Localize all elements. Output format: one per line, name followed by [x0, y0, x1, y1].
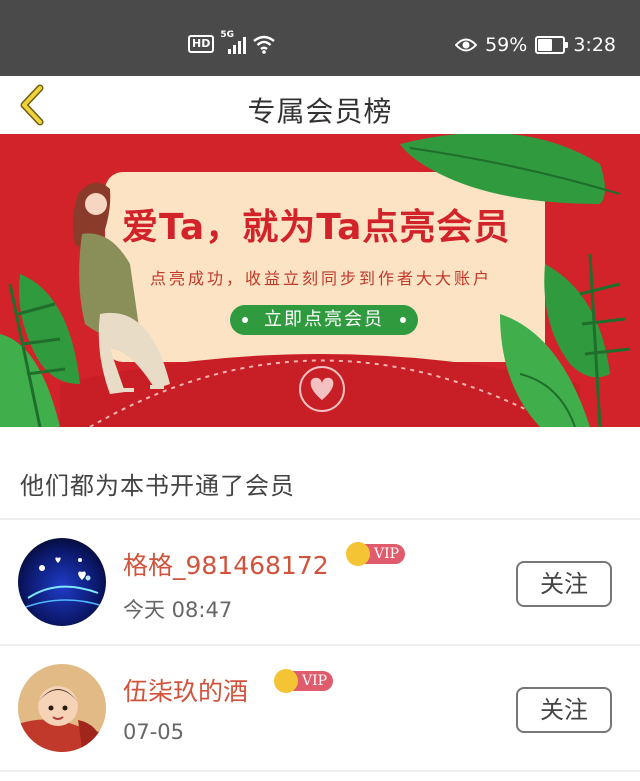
vip-label: VIP: [364, 544, 406, 564]
battery-percent: 59%: [485, 34, 528, 56]
member-name[interactable]: 格格_981468172: [123, 546, 329, 582]
banner-subtitle: 点亮成功，收益立刻同步到作者大大账户: [150, 269, 493, 288]
status-bar: HD 5G 59% 3:28: [0, 0, 640, 76]
crown-icon: [274, 669, 298, 693]
section-title: 他们都为本书开通了会员: [20, 472, 295, 500]
vip-badge: VIP: [346, 542, 406, 566]
crown-icon: [346, 542, 370, 566]
avatar[interactable]: [18, 664, 106, 752]
vip-label: VIP: [292, 671, 334, 691]
battery-icon: [535, 36, 569, 54]
status-right-icons: 59% 3:28: [455, 33, 616, 57]
list-item[interactable]: 伍柒玖的酒 VIP 07-05 关注: [0, 646, 640, 770]
member-time: 今天 08:47: [123, 598, 233, 622]
avatar-image: [18, 664, 106, 752]
hd-icon: HD: [188, 35, 215, 53]
eye-icon: [455, 38, 478, 52]
clock: 3:28: [573, 34, 616, 56]
avatar-image: [18, 538, 106, 626]
wifi-icon: [253, 35, 276, 54]
follow-button[interactable]: 关注: [516, 687, 612, 733]
page-title: 专属会员榜: [247, 95, 393, 128]
cellular-signal-icon: 5G: [220, 30, 247, 54]
status-left-icons: HD 5G: [188, 30, 276, 54]
avatar[interactable]: [18, 538, 106, 626]
banner-title: 爱Ta，就为Ta点亮会员: [122, 207, 511, 248]
promo-banner[interactable]: 爱Ta，就为Ta点亮会员 点亮成功，收益立刻同步到作者大大账户 立即点亮会员: [0, 134, 640, 427]
list-item[interactable]: 格格_981468172 VIP 今天 08:47 关注: [0, 520, 640, 644]
vip-badge: VIP: [274, 669, 334, 693]
member-time: 07-05: [123, 720, 185, 744]
light-up-vip-button[interactable]: 立即点亮会员: [230, 305, 418, 335]
member-name[interactable]: 伍柒玖的酒: [123, 672, 248, 708]
follow-button[interactable]: 关注: [516, 561, 612, 607]
app-header: 专属会员榜: [0, 76, 640, 134]
divider: [0, 770, 640, 772]
